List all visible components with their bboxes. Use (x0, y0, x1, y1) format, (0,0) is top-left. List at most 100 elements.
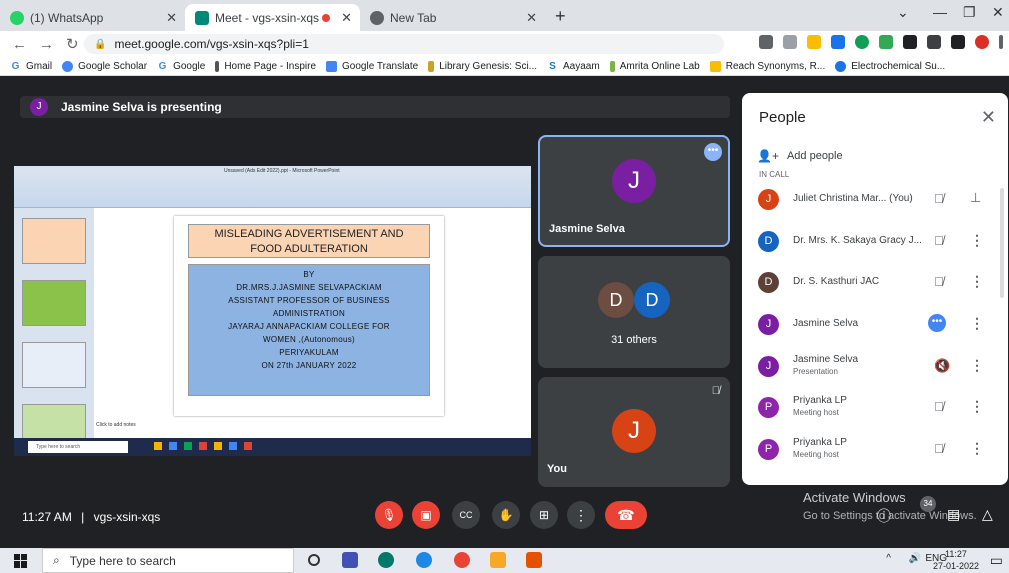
avatar: D (634, 282, 670, 318)
avatar[interactable] (975, 35, 989, 49)
star-icon[interactable] (807, 35, 821, 49)
info-icon[interactable]: ⓘ (877, 506, 891, 526)
raise-hand-button[interactable]: ✋ (492, 501, 520, 529)
more-vert-icon[interactable]: ⋮ (970, 315, 984, 332)
forward-arrow-icon[interactable]: → (39, 36, 54, 53)
close-icon[interactable]: ✕ (981, 107, 996, 128)
participant-row[interactable]: J Juliet Christina Mar... (You) 🎙̸ ⊥ (742, 180, 1008, 220)
chrome-icon[interactable] (454, 552, 470, 568)
close-icon[interactable]: ✕ (526, 10, 537, 26)
camera-toggle-button[interactable]: ▣ (412, 501, 440, 529)
avatar: D (758, 231, 779, 252)
amrita-icon (609, 60, 615, 72)
participant-row[interactable]: P Priyanka LP Meeting host 🎙̸ ⋮ (742, 388, 1008, 428)
more-options-icon[interactable]: ••• (704, 143, 722, 161)
address-bar: ← → ↻ 🔒 meet.google.com/vgs-xsin-xqs?pli… (0, 31, 1009, 57)
tab-new-tab[interactable]: New Tab ✕ (360, 4, 545, 31)
mic-toggle-button[interactable]: 🎙 (375, 501, 403, 529)
meeting-info: 11:27 AM | vgs-xsin-xqs (22, 510, 160, 524)
sidebar-icon[interactable] (951, 35, 965, 49)
self-tile[interactable]: 🎙̸ J You (538, 377, 730, 487)
tab-whatsapp[interactable]: (1) WhatsApp ✕ (0, 4, 185, 31)
volume-icon[interactable]: 🔊 (909, 553, 921, 564)
more-vert-icon[interactable]: ⋮ (970, 357, 984, 374)
end-call-button[interactable]: ☎ (605, 501, 647, 529)
slide-canvas: MISLEADING ADVERTISEMENT AND FOOD ADULTE… (174, 216, 444, 416)
more-options-button[interactable]: ⋮ (567, 501, 595, 529)
window-close-icon[interactable]: ✕ (992, 4, 1004, 21)
more-vert-icon[interactable]: ⋮ (970, 273, 984, 290)
back-arrow-icon[interactable]: ← (12, 36, 27, 53)
participant-name: Dr. S. Kasthuri JAC (793, 276, 880, 287)
menu-icon[interactable] (999, 35, 1003, 49)
participant-row[interactable]: J Jasmine Selva Presentation 🔇 ⋮ (742, 347, 1008, 387)
presenter-tile[interactable]: J ••• Jasmine Selva (538, 135, 730, 247)
taskbar-search-input[interactable]: ⌕ Type here to search (42, 548, 294, 573)
slide-title-line: FOOD ADULTERATION (250, 243, 368, 255)
add-people-button[interactable]: 👤+ Add people (757, 149, 843, 163)
participant-name: Priyanka LP (793, 437, 847, 448)
extension-icon[interactable] (831, 35, 845, 49)
bookmark-inspire[interactable]: Home Page - Inspire (215, 60, 316, 72)
shared-taskbar: Type here to search (14, 438, 531, 456)
slide-thumbnail (22, 280, 86, 326)
present-button[interactable]: ⊞ (530, 501, 558, 529)
new-tab-button[interactable]: + (545, 4, 576, 31)
bookmark-translate[interactable]: Google Translate (326, 60, 418, 72)
presenting-text: Jasmine Selva is presenting (61, 100, 222, 114)
taskbar-clock[interactable]: 11:27 27-01-2022 (933, 548, 979, 572)
more-vert-icon[interactable]: ⋮ (970, 440, 984, 457)
windows-start-icon[interactable] (14, 553, 28, 568)
cortana-icon[interactable] (308, 554, 320, 566)
participant-row[interactable]: J Jasmine Selva ••• ⋮ (742, 305, 1008, 345)
activities-icon[interactable]: △ (982, 506, 993, 523)
close-icon[interactable]: ✕ (166, 10, 177, 26)
meeting-time: 11:27 AM (22, 510, 72, 524)
participant-row[interactable]: D Dr. S. Kasthuri JAC 🎙̸ ⋮ (742, 263, 1008, 303)
bookmark-electrochemical[interactable]: Electrochemical Su... (835, 60, 945, 72)
playlist-icon[interactable] (927, 35, 941, 49)
ie-icon[interactable] (416, 552, 432, 568)
camera-icon[interactable] (759, 35, 773, 49)
bookmark-google[interactable]: G Google (157, 61, 206, 72)
bookmark-reach[interactable]: Reach Synonyms, R... (709, 60, 825, 72)
share-icon[interactable] (783, 35, 797, 49)
restore-icon[interactable]: ❐ (963, 4, 976, 21)
others-tile[interactable]: D D 31 others (538, 256, 730, 368)
panel-title: People (759, 109, 806, 126)
tab-meet[interactable]: Meet - vgs-xsin-xqs ✕ (185, 4, 360, 31)
participant-name: Juliet Christina Mar... (You) (793, 193, 913, 204)
bookmark-libgen[interactable]: Library Genesis: Sci... (428, 60, 537, 72)
reload-icon[interactable]: ↻ (66, 35, 79, 53)
more-vert-icon[interactable]: ⋮ (970, 398, 984, 415)
minimize-icon[interactable]: — (933, 4, 947, 20)
app-icon[interactable] (526, 552, 542, 568)
participant-row[interactable]: P Priyanka LP Meeting host 🎙̸ ⋮ (742, 430, 1008, 470)
presenting-banner: J Jasmine Selva is presenting (20, 96, 730, 118)
pin-icon[interactable]: ⊥ (970, 190, 981, 206)
chevron-down-icon[interactable]: ⌄ (897, 4, 909, 21)
more-vert-icon[interactable]: ⋮ (970, 232, 984, 249)
url-field[interactable]: 🔒 meet.google.com/vgs-xsin-xqs?pli=1 (84, 34, 724, 54)
close-icon[interactable]: ✕ (341, 10, 352, 26)
chat-icon[interactable]: ▤ (947, 506, 960, 523)
captions-button[interactable]: CC (452, 501, 480, 529)
speaking-icon: ••• (928, 314, 946, 332)
app-icon (154, 442, 162, 450)
tray-chevron-icon[interactable]: ^ (886, 553, 891, 564)
clock-time: 11:27 (945, 549, 967, 559)
slide-line: ASSISTANT PROFESSOR OF BUSINESS (228, 296, 390, 305)
bookmark-scholar[interactable]: Google Scholar (62, 60, 147, 72)
notification-icon[interactable]: ▭ (990, 552, 1003, 569)
file-explorer-icon[interactable] (490, 552, 506, 568)
puzzle-icon[interactable] (903, 35, 917, 49)
bookmark-gmail[interactable]: G Gmail (10, 61, 53, 72)
bookmark-amrita[interactable]: Amrita Online Lab (609, 60, 700, 72)
extension-icon[interactable] (855, 35, 869, 49)
bookmark-aayaam[interactable]: S Aayaam (547, 61, 600, 72)
extension-icon[interactable] (879, 35, 893, 49)
participant-row[interactable]: D Dr. Mrs. K. Sakaya Gracy J... 🎙̸ ⋮ (742, 222, 1008, 262)
inspire-icon (215, 60, 220, 72)
edge-icon[interactable] (378, 552, 394, 568)
task-view-icon[interactable] (342, 552, 358, 568)
